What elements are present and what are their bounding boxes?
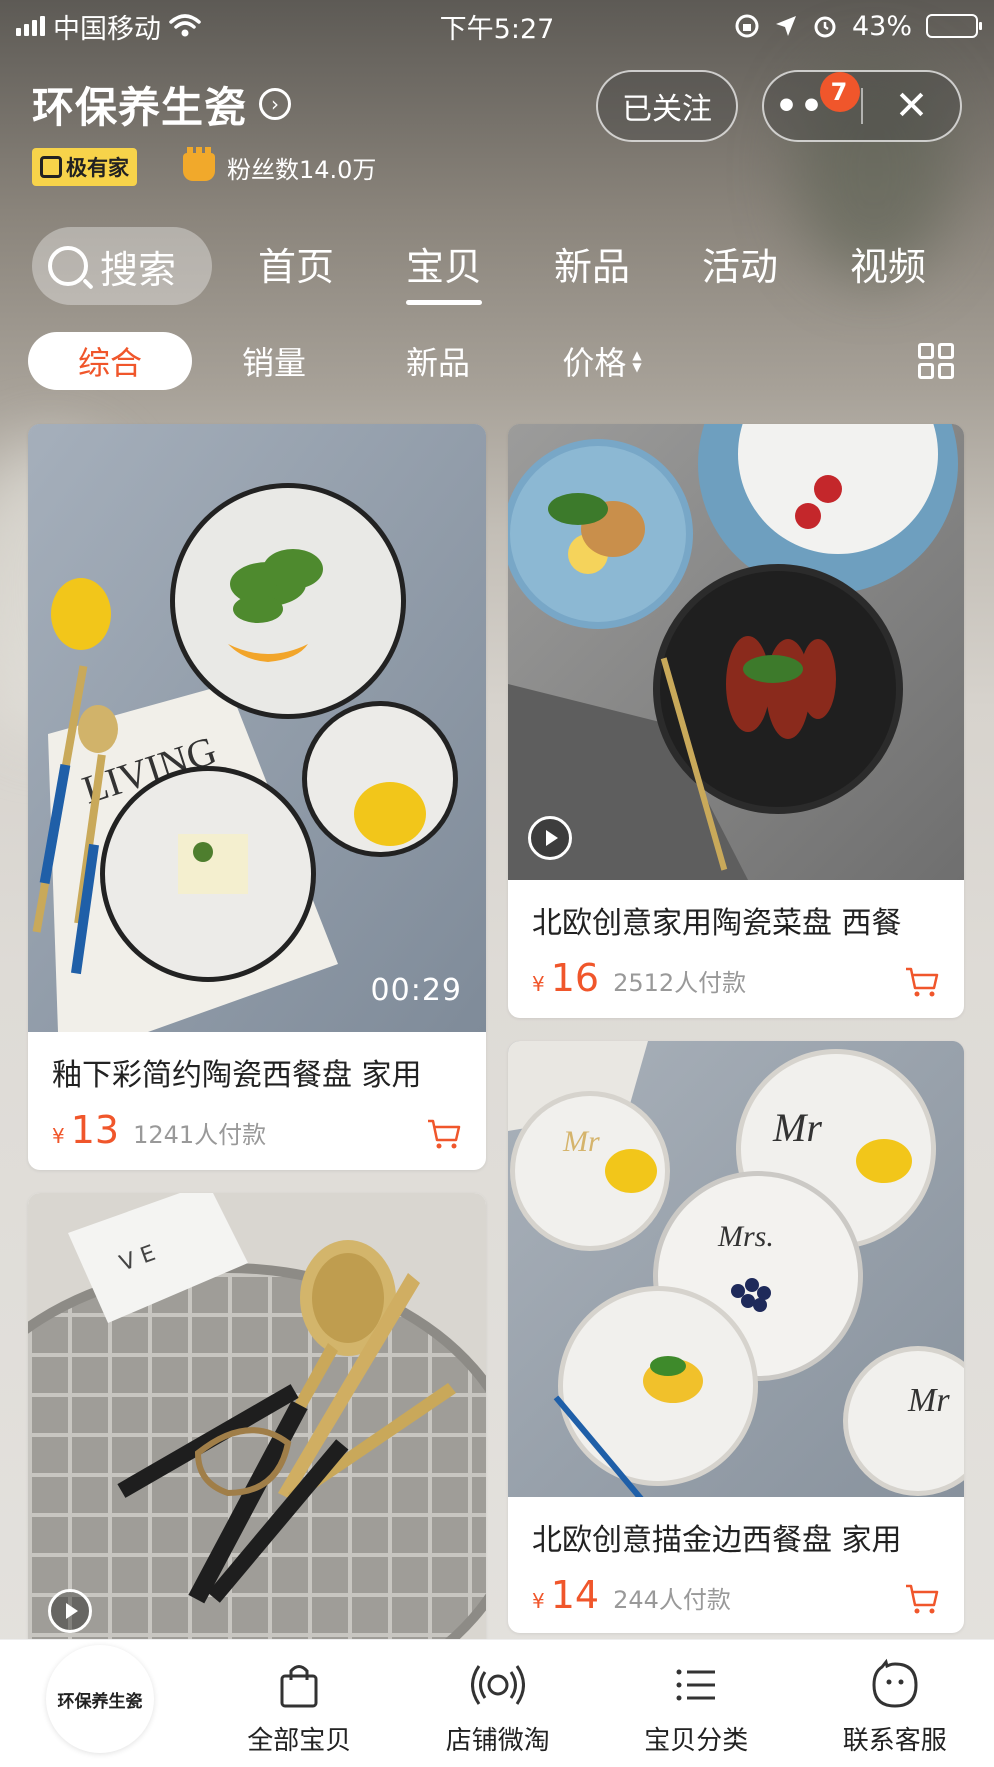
sort-new[interactable]: 新品 xyxy=(356,332,520,390)
cart-icon[interactable] xyxy=(904,1583,940,1615)
tab-customer-service[interactable]: 联系客服 xyxy=(810,1658,980,1757)
tab-video[interactable]: 视频 xyxy=(850,236,926,297)
product-card[interactable]: 北欧创意家用陶瓷菜盘 西餐 ¥ 16 2512人付款 xyxy=(508,424,964,1018)
video-duration: 00:29 xyxy=(370,973,462,1008)
broadcast-icon xyxy=(470,1665,525,1705)
battery-icon xyxy=(926,14,982,38)
clock: 下午5:27 xyxy=(439,13,555,45)
notification-badge: 7 xyxy=(820,71,860,112)
shopping-bag-icon xyxy=(280,1665,318,1708)
close-button[interactable]: ✕ xyxy=(863,83,960,129)
product-title[interactable]: 北欧创意家用陶瓷菜盘 西餐 xyxy=(532,898,940,942)
status-bar: 中国移动 下午5:27 43% xyxy=(0,0,994,52)
tab-label: 店铺微淘 xyxy=(445,1726,550,1756)
battery-percent: 43% xyxy=(851,10,912,42)
tab-all-items[interactable]: 全部宝贝 xyxy=(214,1658,384,1757)
fans-label: 粉丝数14.0万 xyxy=(227,155,377,184)
product-card[interactable]: V E xyxy=(28,1193,486,1653)
currency-symbol: ¥ xyxy=(532,1589,545,1613)
sort-arrows-icon: ▲ ▼ xyxy=(632,348,642,374)
sort-price[interactable]: 价格 ▲ ▼ xyxy=(520,332,684,390)
fans-count: 粉丝数14.0万 xyxy=(183,147,377,185)
carrier-label: 中国移动 xyxy=(53,13,161,45)
shop-name[interactable]: 环保养生瓷 xyxy=(32,74,247,135)
tab-categories[interactable]: 宝贝分类 xyxy=(611,1658,781,1757)
tab-activities[interactable]: 活动 xyxy=(702,236,778,297)
shop-nav: 搜索 首页 宝贝 新品 活动 视频 xyxy=(32,226,962,306)
currency-symbol: ¥ xyxy=(532,972,545,996)
crown-icon xyxy=(183,147,215,181)
chevron-right-icon[interactable]: › xyxy=(259,88,292,120)
tab-label: 全部宝贝 xyxy=(247,1726,352,1756)
bottom-tab-bar: 环保养生瓷 全部宝贝 店铺微淘 宝贝分类 联系客服 xyxy=(0,1639,994,1767)
product-price: 14 xyxy=(550,1573,600,1617)
jiyoujia-label: 极有家 xyxy=(66,156,129,180)
chat-face-icon xyxy=(872,1658,918,1708)
plate-text: Mr xyxy=(907,1382,950,1419)
play-icon[interactable] xyxy=(48,1589,92,1633)
sort-bar: 综合 销量 新品 价格 ▲ ▼ xyxy=(28,332,966,390)
wifi-icon xyxy=(169,14,201,37)
product-photo: Mr Mr Mrs. Mr xyxy=(508,1041,964,1497)
product-price: 13 xyxy=(70,1108,120,1152)
product-image[interactable]: V E xyxy=(28,1193,486,1653)
sold-count: 2512人付款 xyxy=(613,969,747,997)
rotation-lock-icon xyxy=(735,14,759,38)
shop-header: 环保养生瓷 › 极有家 粉丝数14.0万 已关注 ••• 7 ✕ xyxy=(32,62,962,212)
more-button[interactable]: ••• 7 xyxy=(764,71,861,127)
shop-avatar[interactable]: 环保养生瓷 xyxy=(46,1645,154,1753)
location-icon xyxy=(775,16,796,36)
tab-shop-feed[interactable]: 店铺微淘 xyxy=(413,1658,583,1757)
search-icon xyxy=(48,246,88,286)
product-title[interactable]: 北欧创意描金边西餐盘 家用 xyxy=(532,1515,940,1559)
product-card[interactable]: Mr Mr Mrs. Mr 北欧创意描金边西餐盘 家用 ¥ 14 244人付款 xyxy=(508,1041,964,1633)
product-title[interactable]: 釉下彩简约陶瓷西餐盘 家用 xyxy=(52,1050,462,1094)
tab-new[interactable]: 新品 xyxy=(554,236,630,297)
product-card[interactable]: LIVING 00:29 釉下彩简约陶瓷西餐盘 家用 ¥ 13 1241人付款 xyxy=(28,424,486,1170)
cart-icon[interactable] xyxy=(904,966,940,998)
plate-text: Mr xyxy=(562,1125,600,1158)
tab-label: 联系客服 xyxy=(842,1726,947,1756)
sort-comprehensive[interactable]: 综合 xyxy=(28,332,192,390)
jiyoujia-logo-icon xyxy=(40,156,62,178)
search-button[interactable]: 搜索 xyxy=(32,227,212,305)
follow-button[interactable]: 已关注 xyxy=(596,70,738,142)
plate-text: Mrs. xyxy=(717,1220,774,1253)
sort-price-label: 价格 xyxy=(562,344,627,382)
mini-program-capsule: ••• 7 ✕ xyxy=(762,70,962,142)
tab-label: 宝贝分类 xyxy=(644,1726,749,1756)
product-photo: V E xyxy=(28,1193,486,1653)
list-icon xyxy=(676,1669,716,1701)
product-image[interactable]: LIVING 00:29 xyxy=(28,424,486,1032)
close-icon: ✕ xyxy=(894,83,929,129)
sort-sales[interactable]: 销量 xyxy=(192,332,356,390)
product-photo xyxy=(508,424,964,880)
grid-view-icon[interactable] xyxy=(918,343,954,379)
tab-home[interactable]: 首页 xyxy=(258,236,334,297)
sold-count: 244人付款 xyxy=(613,1586,731,1614)
sold-count: 1241人付款 xyxy=(133,1121,267,1149)
alarm-icon xyxy=(814,16,836,38)
product-photo: LIVING xyxy=(28,424,486,1032)
plate-text: Mr xyxy=(772,1105,822,1150)
product-image[interactable] xyxy=(508,424,964,880)
play-icon[interactable] xyxy=(528,816,572,860)
product-price: 16 xyxy=(550,956,600,1000)
product-image[interactable]: Mr Mr Mrs. Mr xyxy=(508,1041,964,1497)
signal-icon xyxy=(16,16,45,36)
currency-symbol: ¥ xyxy=(52,1124,65,1148)
search-label: 搜索 xyxy=(100,247,177,292)
cart-icon[interactable] xyxy=(426,1118,462,1150)
tab-items[interactable]: 宝贝 xyxy=(405,236,483,305)
jiyoujia-badge: 极有家 xyxy=(32,148,137,186)
